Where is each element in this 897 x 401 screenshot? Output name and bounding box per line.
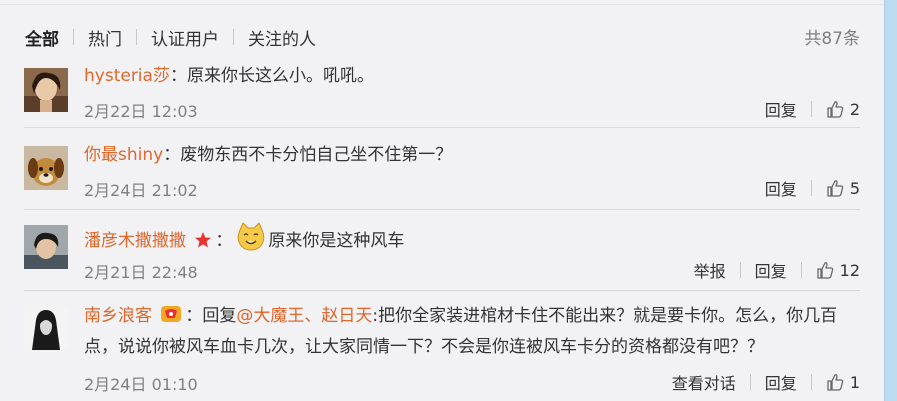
comment-content: 潘彦木撒撒撒 ： 原来你是这种风车 [84, 222, 404, 261]
reply-button[interactable]: 回复 [755, 258, 787, 282]
tab-all[interactable]: 全部 [25, 25, 59, 50]
star-badge-icon [194, 230, 212, 258]
comment-actions: 举报 回复 12 [694, 258, 860, 282]
comment-username[interactable]: hysteria莎 [84, 66, 170, 86]
colon: ： [215, 231, 233, 251]
comment-text: 原来你长这么小。吼吼。 [186, 66, 374, 86]
comment-text-continued: 点，说说你被风车血卡几次，让大家同情一下？不会是你连被风车卡分的资格都没有吧？？ [84, 337, 764, 357]
comment-username[interactable]: 你最shiny [84, 145, 163, 165]
report-button[interactable]: 举报 [694, 258, 726, 282]
tab-divider [136, 29, 137, 45]
like-button[interactable]: 12 [816, 261, 860, 280]
vip-badge-icon [160, 304, 182, 333]
thumbs-up-icon [827, 374, 844, 391]
comment-content: 南乡浪客 ：回复@大魔王、赵日天:把你全家装进棺材卡住不能出来？就是要卡你。怎么… [84, 302, 860, 361]
comment-username[interactable]: 潘彦木撒撒撒 [84, 231, 186, 251]
tab-divider [233, 29, 234, 45]
comment-divider [24, 290, 860, 291]
comment-time: 2月22日 12:03 [84, 102, 198, 121]
like-count: 2 [849, 99, 860, 119]
comment-time: 2月24日 01:10 [84, 375, 198, 394]
avatar[interactable] [24, 306, 68, 350]
reply-button[interactable]: 回复 [765, 370, 797, 394]
tab-divider [73, 29, 74, 45]
comment-content: 你最shiny：废物东西不卡分怕自己坐不住第一？ [84, 141, 452, 169]
comment-count: 共87条 [804, 29, 860, 49]
thumbs-up-icon [816, 262, 833, 279]
action-divider [810, 374, 812, 390]
like-count: 5 [849, 178, 860, 198]
filter-tabs: 全部 热门 认证用户 关注的人 [25, 24, 316, 50]
comment-text: 原来你是这种风车 [268, 231, 405, 251]
like-count: 1 [849, 372, 860, 392]
comment-username[interactable]: 南乡浪客 [84, 306, 152, 326]
colon: ： [185, 306, 203, 326]
like-button[interactable]: 1 [826, 373, 860, 392]
comment-time: 2月24日 21:02 [84, 181, 198, 200]
tab-following[interactable]: 关注的人 [248, 25, 316, 50]
reply-button[interactable]: 回复 [765, 176, 797, 200]
mention-link[interactable]: @大魔王、赵日天 [236, 306, 372, 326]
action-divider [810, 101, 812, 117]
like-count: 12 [839, 260, 860, 280]
action-divider [739, 262, 741, 278]
comment-time: 2月21日 22:48 [84, 263, 198, 282]
tab-hot[interactable]: 热门 [88, 25, 122, 50]
comment-content: hysteria莎：原来你长这么小。吼吼。 [84, 62, 374, 90]
comment-text: 废物东西不卡分怕自己坐不住第一？ [180, 145, 453, 165]
smiley-cat-emoji [236, 222, 266, 261]
colon: ： [169, 66, 187, 86]
thumbs-up-icon [827, 180, 844, 197]
page-scroll-edge [884, 0, 897, 401]
avatar[interactable] [24, 225, 68, 269]
thumbs-up-icon [827, 101, 844, 118]
tab-verified-users[interactable]: 认证用户 [151, 25, 219, 50]
comment-actions: 回复 5 [765, 176, 860, 200]
comment-text: :把你全家装进棺材卡住不能出来？就是要卡你。怎么，你几百 [372, 306, 838, 326]
comment-actions: 回复 2 [765, 97, 860, 121]
action-divider [749, 374, 751, 390]
avatar[interactable] [24, 68, 68, 112]
panel-top-border [0, 0, 884, 5]
comment-divider [24, 127, 860, 128]
colon: ： [163, 145, 181, 165]
action-divider [810, 180, 812, 196]
reply-prefix: 回复 [202, 306, 237, 326]
comment-panel: 全部 热门 认证用户 关注的人 共87条 hysteria莎：原来你长这么小。吼… [0, 0, 884, 401]
like-button[interactable]: 2 [826, 100, 860, 119]
comment-actions: 查看对话 回复 1 [672, 370, 860, 394]
avatar[interactable] [24, 146, 68, 190]
comment-divider [24, 209, 860, 210]
like-button[interactable]: 5 [826, 179, 860, 198]
view-conversation-button[interactable]: 查看对话 [672, 370, 736, 394]
reply-button[interactable]: 回复 [765, 97, 797, 121]
action-divider [800, 262, 802, 278]
